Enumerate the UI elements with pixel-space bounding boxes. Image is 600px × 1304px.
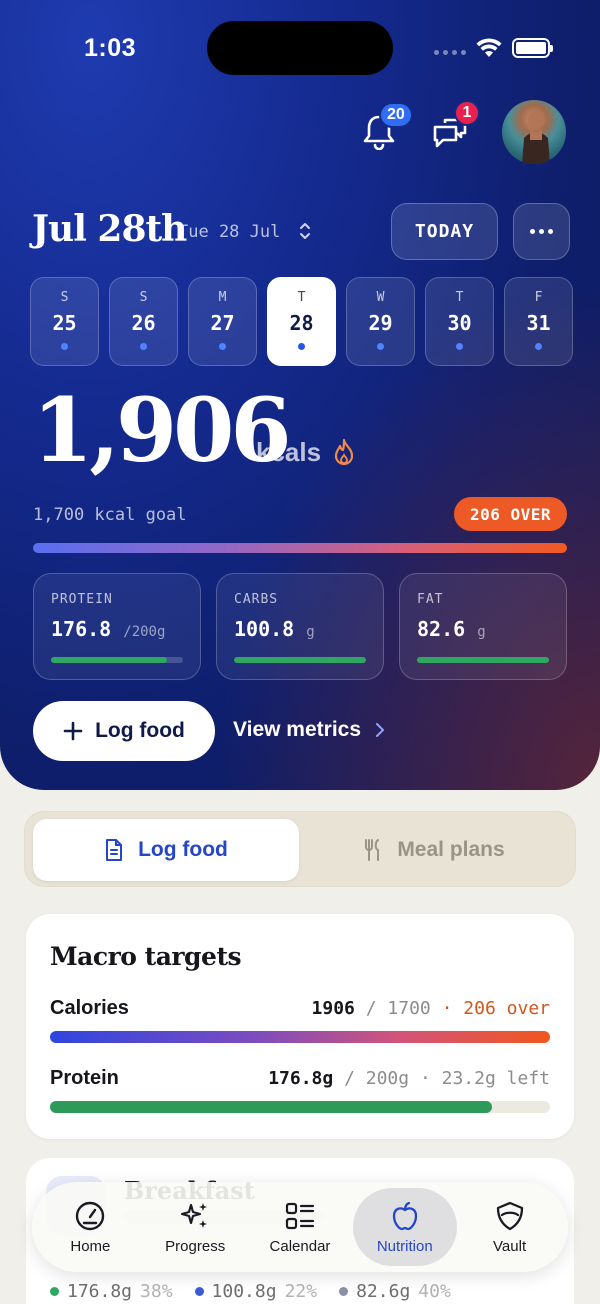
macro-progress xyxy=(51,657,183,663)
notification-count-badge: 20 xyxy=(379,102,413,128)
date-title: Jul 28th xyxy=(32,208,187,250)
calorie-progress-bar xyxy=(33,543,567,553)
calories-label: Calories xyxy=(50,997,129,1019)
dynamic-island xyxy=(207,21,393,75)
log-food-button[interactable]: Log food xyxy=(33,701,215,761)
shield-icon xyxy=(496,1201,523,1230)
utensils-icon xyxy=(365,839,380,861)
calories-value: 1906 / 1700 · 206 over xyxy=(311,998,550,1019)
macro-label: CARBS xyxy=(234,592,279,607)
nutrition-hero: 1:03 20 1 Jul 28th Tue 28 Jul TODAY S 25… xyxy=(0,0,600,790)
tab-vault[interactable]: Vault xyxy=(458,1188,562,1266)
signal-icon xyxy=(434,41,466,55)
apple-icon xyxy=(392,1201,417,1230)
macro-fat-card[interactable]: FAT 82.6 g xyxy=(399,573,567,680)
day-cell-selected[interactable]: T 28 xyxy=(267,277,336,366)
chevron-up-down-icon[interactable] xyxy=(298,220,312,242)
protein-label: Protein xyxy=(50,1067,119,1089)
day-cell[interactable]: S 25 xyxy=(30,277,99,366)
macro-targets-title: Macro targets xyxy=(50,942,242,971)
wifi-icon xyxy=(476,38,502,57)
day-cell[interactable]: S 26 xyxy=(109,277,178,366)
tab-calendar[interactable]: Calendar xyxy=(248,1188,352,1266)
document-icon xyxy=(106,839,123,861)
tab-progress[interactable]: Progress xyxy=(143,1188,247,1266)
status-icons xyxy=(434,38,553,58)
profile-photo xyxy=(522,111,550,164)
macro-footer: 176.8g 38% 100.8g 22% 82.6g 40% xyxy=(50,1281,451,1302)
protein-target-bar xyxy=(50,1101,550,1113)
today-button[interactable]: TODAY xyxy=(391,203,498,260)
gauge-icon xyxy=(76,1201,105,1230)
view-metrics-link[interactable]: View metrics xyxy=(233,718,385,742)
avatar[interactable] xyxy=(502,100,566,164)
macro-protein-card[interactable]: PROTEIN 176.8 /200g xyxy=(33,573,201,680)
more-icon xyxy=(530,229,535,234)
macro-label: FAT xyxy=(417,592,444,607)
macro-targets-card: Macro targets Calories 1906 / 1700 · 206… xyxy=(26,914,574,1139)
protein-value: 176.8g / 200g · 23.2g left xyxy=(268,1068,550,1089)
macro-value: 100.8 g xyxy=(234,617,315,641)
list-icon xyxy=(285,1202,315,1229)
chevron-right-icon xyxy=(376,723,385,737)
message-count-badge: 1 xyxy=(454,100,480,126)
macro-value: 82.6 g xyxy=(417,617,486,641)
tab-home[interactable]: Home xyxy=(38,1188,142,1266)
macro-footer-fat: 82.6g 40% xyxy=(339,1281,451,1302)
date-subtitle[interactable]: Tue 28 Jul xyxy=(178,222,280,242)
tab-meal-plans[interactable]: Meal plans xyxy=(301,819,567,881)
calorie-total: 1,906 xyxy=(32,378,292,482)
macro-value: 176.8 /200g xyxy=(51,617,166,641)
macro-footer-protein: 176.8g 38% xyxy=(50,1281,173,1302)
macro-progress xyxy=(417,657,549,663)
view-segment-control: Log food Meal plans xyxy=(24,811,576,887)
over-badge: 206 OVER xyxy=(454,497,567,531)
macro-footer-carbs: 100.8g 22% xyxy=(194,1281,317,1302)
messages-button[interactable]: 1 xyxy=(432,100,480,155)
macro-progress xyxy=(234,657,366,663)
calorie-unit: kcals xyxy=(256,437,322,467)
sparkles-icon xyxy=(181,1202,208,1228)
week-strip: S 25 S 26 M 27 T 28 W 29 T 30 F 31 xyxy=(30,277,573,366)
calorie-goal: 1,700 kcal goal xyxy=(33,505,187,525)
bottom-tab-bar: Home Progress Calendar Nutrition Vault xyxy=(32,1182,568,1272)
day-cell[interactable]: W 29 xyxy=(346,277,415,366)
calories-target-bar xyxy=(50,1031,550,1043)
plus-icon xyxy=(63,721,83,741)
macro-carbs-card[interactable]: CARBS 100.8 g xyxy=(216,573,384,680)
tab-nutrition[interactable]: Nutrition xyxy=(352,1188,457,1266)
day-cell[interactable]: F 31 xyxy=(504,277,573,366)
flame-icon xyxy=(334,438,354,466)
status-time: 1:03 xyxy=(84,34,137,62)
day-cell[interactable]: T 30 xyxy=(425,277,494,366)
notifications-button[interactable]: 20 xyxy=(362,102,413,155)
tab-log-food[interactable]: Log food xyxy=(33,819,299,881)
macro-label: PROTEIN xyxy=(51,592,113,607)
battery-icon xyxy=(512,38,553,58)
day-cell[interactable]: M 27 xyxy=(188,277,257,366)
more-button[interactable] xyxy=(513,203,570,260)
